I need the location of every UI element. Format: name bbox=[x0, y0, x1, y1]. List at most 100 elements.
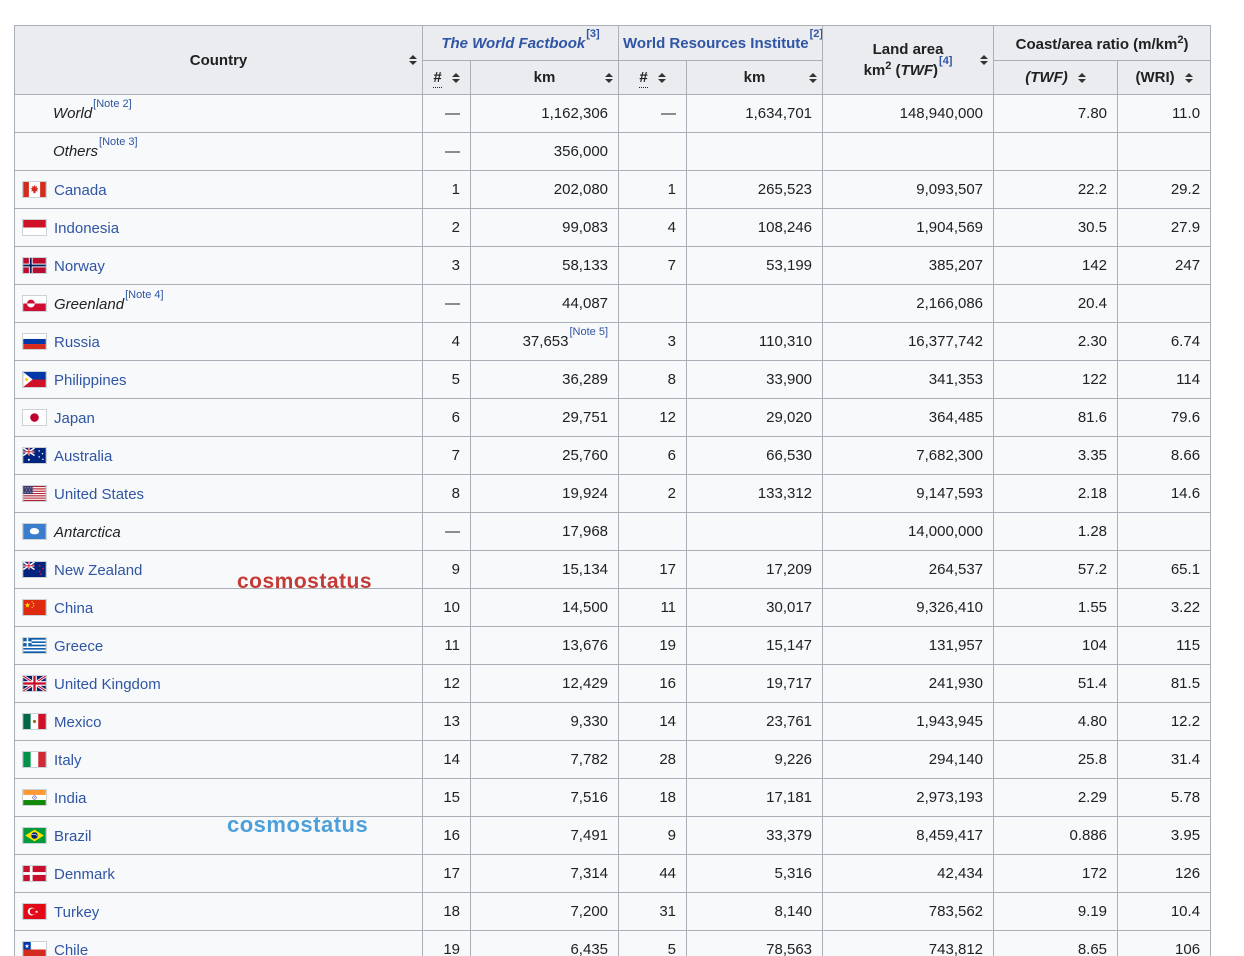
country-link[interactable]: Italy bbox=[54, 752, 82, 769]
country-link[interactable]: Chile bbox=[54, 942, 88, 956]
flag-ph-icon bbox=[22, 371, 47, 388]
note-link[interactable]: [Note 4] bbox=[125, 289, 164, 301]
world-resources-institute-link[interactable]: World Resources Institute bbox=[623, 35, 809, 52]
flag-nz-icon bbox=[22, 561, 47, 578]
flag-us-icon bbox=[22, 485, 47, 502]
twf-km-cell: 356,000 bbox=[471, 133, 619, 171]
flag-cn-icon bbox=[22, 599, 47, 616]
ratio-twf-cell: 81.6 bbox=[994, 399, 1118, 437]
sort-icon bbox=[809, 73, 817, 83]
ratio-wri-cell: 29.2 bbox=[1118, 171, 1211, 209]
note-link[interactable]: [Note 3] bbox=[99, 136, 138, 148]
country-link[interactable]: Brazil bbox=[54, 828, 92, 845]
world-resources-institute-ref-link[interactable]: [2] bbox=[810, 28, 823, 40]
twf-rank-cell: — bbox=[423, 133, 471, 171]
world-factbook-link[interactable]: The World Factbook bbox=[441, 35, 585, 52]
country-link[interactable]: Greenland bbox=[54, 296, 124, 313]
wri-rank-cell: 7 bbox=[619, 247, 687, 285]
twf-rank-cell: 17 bbox=[423, 855, 471, 893]
col-header-wri-rank[interactable]: # bbox=[619, 61, 687, 95]
country-link[interactable]: Denmark bbox=[54, 866, 115, 883]
twf-km-cell: 25,760 bbox=[471, 437, 619, 475]
twf-km-cell: 36,289 bbox=[471, 361, 619, 399]
table-row: Italy147,782289,226294,14025.831.4 bbox=[15, 741, 1211, 779]
sort-icon bbox=[1078, 73, 1086, 83]
land-area-ref-link[interactable]: [4] bbox=[939, 55, 952, 67]
country-link[interactable]: New Zealand bbox=[54, 562, 142, 579]
col-header-ratio-twf[interactable]: (TWF) bbox=[994, 61, 1118, 95]
note-link[interactable]: [Note 2] bbox=[93, 98, 132, 110]
ratio-wri-cell: 10.4 bbox=[1118, 893, 1211, 931]
wri-km-cell: 265,523 bbox=[687, 171, 823, 209]
sort-icon bbox=[658, 73, 666, 83]
twf-rank-cell: — bbox=[423, 285, 471, 323]
wri-rank-cell: 19 bbox=[619, 627, 687, 665]
country-link[interactable]: United States bbox=[54, 486, 144, 503]
country-link[interactable]: Japan bbox=[54, 410, 95, 427]
country-link[interactable]: India bbox=[54, 790, 87, 807]
ratio-twf-cell: 51.4 bbox=[994, 665, 1118, 703]
land-area-cell: 9,147,593 bbox=[823, 475, 994, 513]
wri-rank-cell: 11 bbox=[619, 589, 687, 627]
twf-rank-cell: 7 bbox=[423, 437, 471, 475]
table-row: Indonesia299,0834108,2461,904,56930.527.… bbox=[15, 209, 1211, 247]
twf-rank-cell: 13 bbox=[423, 703, 471, 741]
country-link[interactable]: Turkey bbox=[54, 904, 99, 921]
ratio-twf-cell: 22.2 bbox=[994, 171, 1118, 209]
twf-km-cell: 7,491 bbox=[471, 817, 619, 855]
ratio-wri-cell: 3.22 bbox=[1118, 589, 1211, 627]
flag-id-icon bbox=[22, 219, 47, 236]
country-link[interactable]: Mexico bbox=[54, 714, 102, 731]
flag-mx-icon bbox=[22, 713, 47, 730]
ratio-twf-cell bbox=[994, 133, 1118, 171]
country-link[interactable]: Indonesia bbox=[54, 220, 119, 237]
country-link[interactable]: Norway bbox=[54, 258, 105, 275]
wri-rank-cell bbox=[619, 513, 687, 551]
ratio-twf-cell: 2.29 bbox=[994, 779, 1118, 817]
twf-km-cell: 7,200 bbox=[471, 893, 619, 931]
land-area-cell: 2,166,086 bbox=[823, 285, 994, 323]
flag-gr-icon bbox=[22, 637, 47, 654]
twf-rank-cell: 1 bbox=[423, 171, 471, 209]
col-header-land-area[interactable]: Land area km2 (TWF)[4] bbox=[823, 26, 994, 95]
ratio-twf-cell: 104 bbox=[994, 627, 1118, 665]
col-header-twf-km[interactable]: km bbox=[471, 61, 619, 95]
sort-icon bbox=[605, 73, 613, 83]
country-link[interactable]: Greece bbox=[54, 638, 103, 655]
country-cell: Mexico bbox=[15, 703, 423, 741]
coast-ratio-header-label: Coast/area ratio (m/km2) bbox=[1016, 36, 1189, 53]
table-row: New Zealand915,1341717,209264,53757.265.… bbox=[15, 551, 1211, 589]
country-link[interactable]: United Kingdom bbox=[54, 676, 161, 693]
table-row: Antarctica—17,96814,000,0001.28 bbox=[15, 513, 1211, 551]
country-link[interactable]: World bbox=[53, 105, 92, 122]
ratio-wri-cell: 5.78 bbox=[1118, 779, 1211, 817]
country-cell: India bbox=[15, 779, 423, 817]
page: Country The World Factbook[3] World Reso… bbox=[0, 0, 1244, 956]
country-link[interactable]: Others bbox=[53, 143, 98, 160]
table-row: Turkey187,200318,140783,5629.1910.4 bbox=[15, 893, 1211, 931]
wri-km-cell: 66,530 bbox=[687, 437, 823, 475]
ratio-twf-cell: 3.35 bbox=[994, 437, 1118, 475]
table-row: Denmark177,314445,31642,434172126 bbox=[15, 855, 1211, 893]
ratio-wri-cell: 31.4 bbox=[1118, 741, 1211, 779]
col-header-wri-km[interactable]: km bbox=[687, 61, 823, 95]
col-header-country[interactable]: Country bbox=[15, 26, 423, 95]
country-link[interactable]: Canada bbox=[54, 182, 107, 199]
twf-rank-cell: 19 bbox=[423, 931, 471, 956]
wri-km-cell: 19,717 bbox=[687, 665, 823, 703]
country-link[interactable]: Russia bbox=[54, 334, 100, 351]
country-link[interactable]: Australia bbox=[54, 448, 112, 465]
country-link[interactable]: Antarctica bbox=[54, 524, 121, 541]
country-cell: United Kingdom bbox=[15, 665, 423, 703]
watermark-red: cosmostatus bbox=[237, 570, 372, 594]
wri-rank-cell: 44 bbox=[619, 855, 687, 893]
ratio-wri-cell: 81.5 bbox=[1118, 665, 1211, 703]
land-area-cell: 294,140 bbox=[823, 741, 994, 779]
world-factbook-ref-link[interactable]: [3] bbox=[586, 28, 599, 40]
table-row: Chile196,435578,563743,8128.65106 bbox=[15, 931, 1211, 956]
country-link[interactable]: Philippines bbox=[54, 372, 127, 389]
col-header-twf-rank[interactable]: # bbox=[423, 61, 471, 95]
note-link[interactable]: [Note 5] bbox=[569, 326, 608, 338]
col-header-ratio-wri[interactable]: (WRI) bbox=[1118, 61, 1211, 95]
country-link[interactable]: China bbox=[54, 600, 93, 617]
